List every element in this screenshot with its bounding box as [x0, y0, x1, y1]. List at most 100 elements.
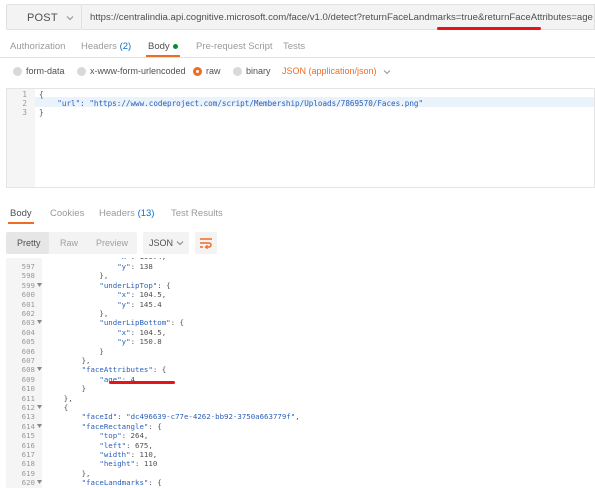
- radio-urlencoded[interactable]: [77, 67, 86, 76]
- fold-caret-icon[interactable]: [37, 282, 42, 287]
- tab-test-results[interactable]: Test Results: [171, 208, 223, 219]
- tab-label: Tests: [283, 41, 306, 52]
- line-number: 617: [21, 450, 35, 459]
- line-number: 615: [21, 431, 35, 441]
- tab-body[interactable]: Body: [148, 41, 178, 52]
- fold-caret-icon[interactable]: [37, 320, 42, 325]
- body-format-dropdown[interactable]: JSON (application/json): [282, 66, 392, 76]
- code-line: "faceRectangle": {: [81, 421, 162, 431]
- line-number: 620: [21, 478, 35, 488]
- chevron-down-icon: [66, 16, 74, 21]
- line-number: 3: [22, 108, 27, 117]
- line-number: 607: [21, 356, 35, 365]
- code-line: "underLipBottom": {: [99, 318, 184, 328]
- code-line: "y": 145.4: [117, 299, 162, 309]
- response-toolbar: Pretty Raw Preview JSON: [0, 230, 595, 256]
- fold-caret-icon[interactable]: [37, 367, 42, 372]
- tab-label: Cookies: [50, 208, 85, 219]
- code-line: }: [39, 108, 44, 117]
- radio-label-binary: binary: [246, 66, 271, 76]
- line-number: 598: [21, 271, 35, 281]
- code-line: "url": "https://www.codeproject.com/scri…: [57, 99, 424, 108]
- tab-label: Body: [10, 208, 32, 219]
- code-line: },: [46, 271, 109, 281]
- radio-raw[interactable]: [193, 67, 202, 76]
- code-line: "height": 110: [99, 459, 158, 469]
- code-line: "y": 138: [117, 262, 153, 271]
- active-tab-indicator: [8, 222, 34, 224]
- tab-headers[interactable]: Headers (2): [81, 41, 131, 52]
- code-line: "width": 110,: [99, 450, 158, 459]
- radio-label-urlencoded: x-www-form-urlencoded: [90, 66, 186, 76]
- line-number: 609: [21, 374, 35, 384]
- radio-binary[interactable]: [233, 67, 242, 76]
- fold-caret-icon[interactable]: [37, 405, 42, 409]
- annotation-underline-age: [109, 381, 175, 384]
- tab-response-headers[interactable]: Headers (13): [99, 208, 154, 219]
- tab-label: Headers: [99, 208, 135, 219]
- line-number: 603: [21, 318, 35, 328]
- chevron-down-icon: [383, 69, 391, 74]
- line-number: 616: [21, 440, 35, 450]
- line-number: 619: [21, 468, 35, 478]
- url-text: https://centralindia.api.cognitive.micro…: [90, 12, 593, 23]
- code-line-partial: "x": 108.4,: [46, 258, 166, 261]
- code-line: "left": 675,: [99, 440, 153, 450]
- tab-cookies[interactable]: Cookies: [50, 208, 84, 219]
- code-line: {: [46, 403, 69, 412]
- view-raw-button[interactable]: Raw: [60, 238, 78, 248]
- response-body-viewer[interactable]: "x": 108.4, 597 "y": 138 598 }, 599 "under…: [6, 258, 595, 488]
- line-number: 599: [21, 280, 35, 290]
- line-number: 610: [21, 384, 35, 394]
- code-line: "y": 150.8: [117, 337, 162, 347]
- tab-tests[interactable]: Tests: [283, 41, 305, 52]
- line-number: 601: [21, 299, 35, 309]
- tab-label: Pre-request Script: [196, 41, 273, 52]
- line-number: 612: [21, 403, 35, 412]
- chevron-down-icon: [176, 241, 184, 246]
- method-dropdown[interactable]: POST: [6, 4, 82, 30]
- active-tab-indicator: [146, 55, 180, 57]
- view-preview-button[interactable]: Preview: [96, 238, 128, 248]
- response-tabs: Body Cookies Headers (13) Test Results: [0, 203, 595, 225]
- line-number: 604: [21, 327, 35, 337]
- request-body-editor[interactable]: 1 2 3 { "url": "https://www.codeproject.…: [6, 88, 595, 188]
- tab-pre-request-script[interactable]: Pre-request Script: [196, 41, 273, 52]
- line-number: 608: [21, 365, 35, 375]
- code-line: "underLipTop": {: [99, 280, 171, 290]
- fold-caret-icon[interactable]: [37, 480, 42, 485]
- view-pretty-button[interactable]: Pretty: [17, 238, 41, 248]
- tab-label: Headers: [81, 41, 117, 52]
- radio-form-data[interactable]: [13, 67, 22, 76]
- code-line: "faceId": "dc496639-c77e-4262-bb92-3750a…: [81, 412, 300, 422]
- line-number: 613: [21, 412, 35, 422]
- tab-count: (13): [137, 208, 155, 219]
- line-number: 606: [21, 346, 35, 356]
- fold-caret-icon[interactable]: [37, 423, 42, 428]
- tab-label: Body: [148, 41, 170, 52]
- tab-response-body[interactable]: Body: [10, 208, 32, 219]
- code-line: "top": 264,: [99, 431, 149, 441]
- view-mode-group: Pretty Raw Preview: [6, 232, 137, 254]
- wrap-lines-button[interactable]: [195, 232, 217, 254]
- line-number: 600: [21, 290, 35, 300]
- code-line: "x": 104.5,: [117, 290, 167, 300]
- body-type-selector: form-data x-www-form-urlencoded raw bina…: [0, 60, 595, 84]
- code-line: },: [46, 468, 91, 478]
- tab-count: (2): [119, 41, 132, 52]
- code-line: }: [46, 384, 87, 394]
- code-line: },: [46, 393, 73, 403]
- line-number: 602: [21, 309, 35, 318]
- radio-label-form-data: form-data: [26, 66, 65, 76]
- line-number: 614: [21, 421, 35, 431]
- code-line: },: [46, 309, 109, 318]
- tab-label: Test Results: [171, 208, 223, 219]
- code-line: "faceAttributes": {: [81, 365, 167, 375]
- radio-label-raw: raw: [206, 66, 221, 76]
- line-number: 597: [21, 262, 35, 271]
- response-format-dropdown[interactable]: JSON: [143, 232, 189, 254]
- annotation-underline-url: [437, 27, 541, 30]
- line-number: 618: [21, 459, 35, 469]
- body-format-label: JSON (application/json): [282, 66, 377, 76]
- tab-authorization[interactable]: Authorization: [10, 41, 65, 52]
